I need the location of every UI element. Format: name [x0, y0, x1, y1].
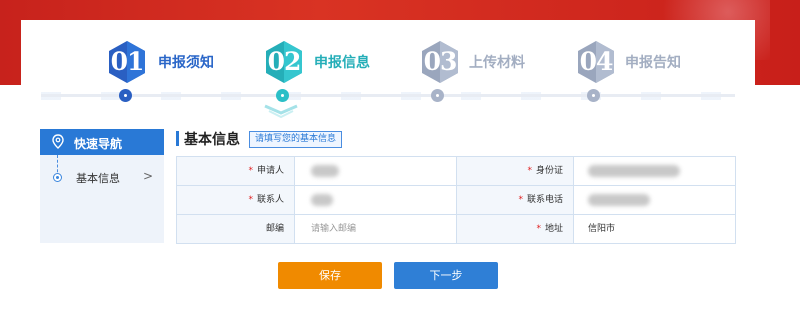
- redacted-value: [588, 165, 680, 177]
- quick-nav-title: 快速导航: [74, 137, 123, 151]
- step-3-badge-icon: 03: [420, 40, 460, 84]
- quick-nav-sidebar: 快速导航 基本信息 >: [40, 129, 164, 243]
- step-4-badge-icon: 04: [576, 40, 616, 84]
- contact-label: * 联系人: [177, 186, 295, 215]
- step-3-label: 上传材料: [469, 55, 525, 71]
- step-3-dot: [431, 89, 444, 102]
- step-4-dot: [587, 89, 600, 102]
- sidebar-item-basic-info[interactable]: 基本信息 >: [40, 167, 164, 191]
- step-3-number: 03: [423, 47, 458, 76]
- step-2-dot: [276, 89, 289, 102]
- section-hint-badge: 请填写您的基本信息: [249, 131, 343, 148]
- step-2-badge-icon: 02: [264, 40, 304, 84]
- id-card-label: * 身份证: [457, 157, 574, 186]
- section-title: 基本信息: [184, 132, 240, 148]
- step-4-label: 申报告知: [625, 55, 681, 71]
- quick-nav-header: 快速导航: [40, 129, 164, 155]
- location-pin-icon: [52, 134, 64, 149]
- chevron-right-icon: >: [143, 169, 154, 183]
- sidebar-item-label: 基本信息: [76, 172, 120, 185]
- redacted-value: [311, 165, 339, 177]
- contact-field[interactable]: [295, 186, 457, 215]
- basic-info-form: * 申请人 * 身份证 * 联系人 * 联系电话 邮编 请输入邮编 * 地址 信阳市: [176, 156, 736, 244]
- redacted-value: [588, 194, 650, 206]
- address-label: * 地址: [457, 215, 574, 243]
- applicant-field[interactable]: [295, 157, 457, 186]
- next-step-button[interactable]: 下一步: [394, 262, 498, 289]
- progress-track: [41, 94, 735, 97]
- phone-label: * 联系电话: [457, 186, 574, 215]
- nav-bullet-icon: [53, 173, 62, 182]
- section-accent-bar: [176, 131, 179, 146]
- step-4-number: 04: [579, 47, 614, 76]
- address-field[interactable]: 信阳市: [574, 215, 735, 243]
- step-1-number: 01: [110, 47, 145, 76]
- step-1-label: 申报须知: [158, 55, 214, 71]
- save-button[interactable]: 保存: [278, 262, 382, 289]
- postcode-label: 邮编: [177, 215, 295, 243]
- step-2-label: 申报信息: [314, 55, 370, 71]
- id-card-field[interactable]: [574, 157, 735, 186]
- postcode-input[interactable]: 请输入邮编: [295, 215, 457, 243]
- active-step-chevron-icon: [264, 104, 298, 119]
- redacted-value: [311, 194, 333, 206]
- phone-field[interactable]: [574, 186, 735, 215]
- step-1-dot: [119, 89, 132, 102]
- step-1-badge-icon: 01: [107, 40, 147, 84]
- step-2-number: 02: [267, 47, 302, 76]
- applicant-label: * 申请人: [177, 157, 295, 186]
